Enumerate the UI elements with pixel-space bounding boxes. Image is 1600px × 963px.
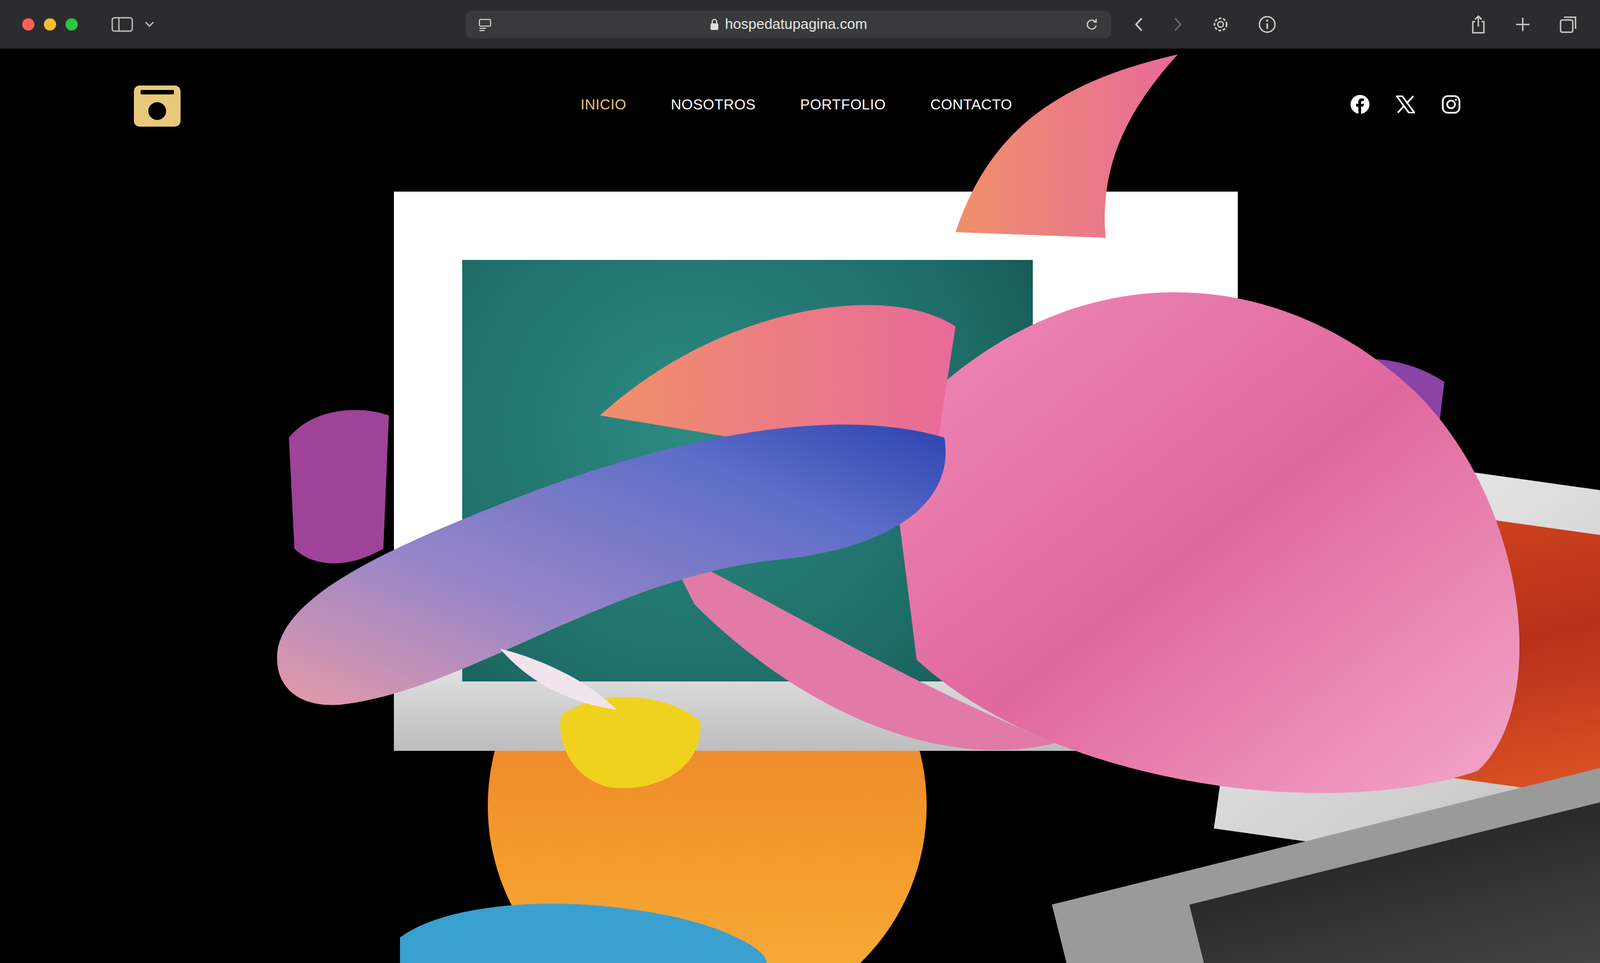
nav-link[interactable]: CONTACTO <box>930 92 1013 117</box>
social-links <box>1350 94 1462 115</box>
forward-icon[interactable] <box>1172 16 1184 33</box>
back-icon[interactable] <box>1133 16 1145 33</box>
lock-icon <box>709 18 720 31</box>
teal-photo <box>462 260 1033 682</box>
main-nav: INICIO NOSOTROS PORTFOLIO CONTACTO <box>580 92 1013 117</box>
reload-icon[interactable] <box>1084 17 1099 32</box>
info-icon[interactable] <box>1257 15 1277 34</box>
x-logo-icon[interactable] <box>1396 95 1415 114</box>
share-icon[interactable] <box>1470 14 1487 35</box>
sidebar-icon[interactable] <box>111 16 134 33</box>
hero: INICIO NOSOTROS PORTFOLIO CONTACTO <box>0 48 1600 963</box>
nav-link[interactable]: PORTFOLIO <box>800 92 886 117</box>
window-controls <box>22 18 78 31</box>
plus-icon[interactable] <box>1514 16 1532 33</box>
zoom-button[interactable] <box>65 18 78 31</box>
camera-logo-icon[interactable] <box>132 81 182 128</box>
tabs-icon[interactable] <box>1558 15 1578 34</box>
instagram-icon[interactable] <box>1441 94 1462 115</box>
facebook-icon[interactable] <box>1350 94 1370 115</box>
url-text: hospedatupagina.com <box>725 15 868 33</box>
address-bar[interactable]: hospedatupagina.com <box>465 10 1112 39</box>
browser-toolbar: hospedatupagina.com <box>0 0 1600 49</box>
nav-link[interactable]: INICIO <box>580 92 627 117</box>
chevron-down-icon[interactable] <box>144 21 155 28</box>
minimize-button[interactable] <box>43 18 57 31</box>
gear-icon[interactable] <box>1211 15 1230 34</box>
nav-link[interactable]: NOSOTROS <box>670 92 756 117</box>
site-header: INICIO NOSOTROS PORTFOLIO CONTACTO <box>0 48 1600 160</box>
close-button[interactable] <box>22 18 35 31</box>
reader-icon[interactable] <box>477 17 493 32</box>
